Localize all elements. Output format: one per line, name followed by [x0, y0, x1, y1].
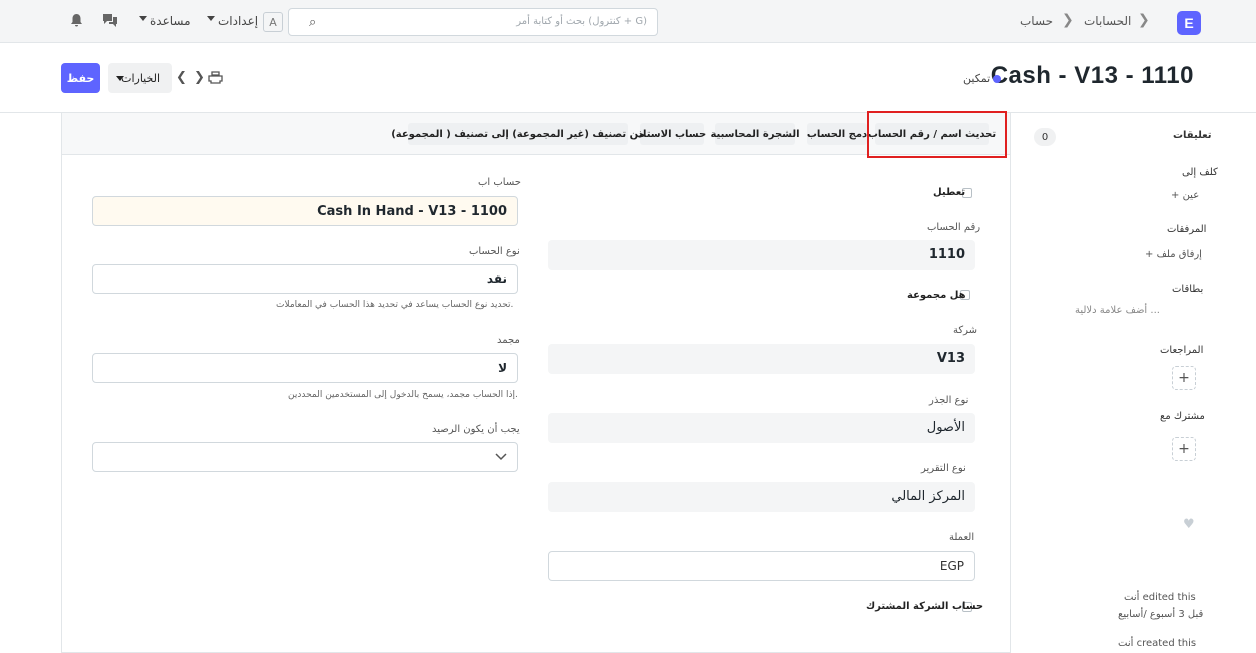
account-type-description: تحديد نوع الحساب يساعد في تحديد هذا الحس… — [276, 300, 514, 310]
report-type-field[interactable]: المركز المالي — [548, 482, 975, 512]
search-icon: ⌕ — [309, 15, 317, 30]
search-input[interactable]: بحث أو كتابة أمر (كنترول + G) ⌕ — [288, 8, 658, 36]
settings-menu[interactable]: إعدادات — [218, 14, 258, 28]
breadcrumb-accounts[interactable]: الحسابات — [1084, 14, 1131, 28]
common-company-label: حساب الشركة المشترك — [866, 601, 984, 612]
breadcrumb-account[interactable]: حساب — [1020, 14, 1053, 28]
report-type-value: المركز المالي — [891, 489, 965, 504]
bell-icon[interactable] — [70, 13, 83, 27]
chart-of-accounts-button[interactable]: الشجرة المحاسبية — [710, 123, 800, 145]
assign-label: كلف إلى — [1182, 167, 1218, 178]
currency-value: EGP — [939, 559, 964, 573]
currency-label: العملة — [949, 532, 975, 543]
parent-account-value: Cash In Hand - V13 - 1100 — [317, 204, 507, 219]
account-type-value: نقد — [486, 272, 507, 286]
save-button[interactable]: حفظ — [61, 63, 100, 93]
chevron-left-icon: ❯ — [1062, 12, 1074, 28]
chevron-left-icon: ❯ — [1138, 12, 1150, 28]
report-type-label: نوع التقرير — [921, 463, 966, 474]
chevron-down-icon — [495, 453, 507, 461]
reviews-label: المراجعات — [1160, 345, 1204, 356]
status-indicator — [993, 75, 1001, 83]
actions-dropdown[interactable]: الخيارات — [108, 63, 172, 93]
balance-must-be-label: يجب أن يكون الرصيد — [432, 424, 520, 435]
assign-button[interactable]: + عين — [1171, 190, 1199, 201]
root-type-value: الأصول — [926, 420, 965, 435]
help-menu[interactable]: مساعدة — [150, 14, 191, 28]
shared-with-label: مشترك مع — [1160, 411, 1205, 422]
frozen-value: لا — [498, 361, 507, 375]
comments-label: تعليقات — [1173, 130, 1212, 141]
caret-down-icon — [207, 16, 215, 21]
caret-down-icon — [139, 16, 147, 21]
company-label: شركة — [953, 325, 978, 336]
company-field[interactable]: V13 — [548, 344, 975, 374]
frozen-label: مجمد — [497, 335, 520, 346]
general-ledger-button[interactable]: حساب الاستاذ — [638, 123, 706, 145]
parent-account-label: حساب اب — [478, 177, 521, 188]
comments-count: 0 — [1034, 128, 1056, 146]
app-logo[interactable]: E — [1177, 11, 1201, 35]
activity-edited: أنت edited this — [1124, 592, 1196, 603]
account-number-label: رقم الحساب — [927, 222, 981, 233]
currency-field[interactable]: EGP — [548, 551, 975, 581]
account-number-field[interactable]: 1110 — [548, 240, 975, 270]
account-type-label: نوع الحساب — [469, 246, 520, 257]
is-group-label: هل مجموعة — [907, 290, 966, 301]
root-type-label: نوع الجذر — [929, 395, 969, 406]
parent-account-field[interactable]: Cash In Hand - V13 - 1100 — [92, 196, 518, 226]
attachments-label: المرفقات — [1167, 224, 1207, 235]
plus-icon: + — [1178, 441, 1190, 457]
company-value: V13 — [936, 351, 965, 366]
account-number-value: 1110 — [928, 247, 965, 262]
chat-icon[interactable] — [102, 13, 118, 27]
page-title: Cash - V13 - 1110 — [990, 62, 1194, 89]
convert-to-group-button[interactable]: من تصنيف (غير المجموعة) إلى تصنيف ( المج… — [391, 123, 645, 145]
activity-edited-time: قبل 3 أسبوع /أسابيع — [1118, 609, 1204, 620]
print-icon[interactable] — [208, 71, 223, 84]
plus-icon: + — [1178, 370, 1190, 386]
actions-label: الخيارات — [121, 72, 160, 85]
disabled-label: تعطيل — [933, 187, 966, 198]
root-type-field[interactable]: الأصول — [548, 413, 975, 443]
chevron-right-icon[interactable]: ❯ — [194, 70, 205, 85]
search-placeholder: بحث أو كتابة أمر (كنترول + G) — [516, 16, 647, 27]
attach-file-button[interactable]: + إرفاق ملف — [1145, 249, 1202, 260]
merge-account-button[interactable]: دمج الحساب — [807, 123, 867, 145]
activity-created: أنت created this — [1118, 638, 1197, 649]
add-review-button[interactable]: + — [1172, 366, 1196, 390]
balance-must-be-select[interactable] — [92, 442, 518, 472]
frozen-description: إذا الحساب مجمد، يسمح بالدخول إلى المستخ… — [288, 390, 518, 400]
account-type-select[interactable]: نقد — [92, 264, 518, 294]
tags-label: بطاقات — [1172, 284, 1204, 295]
add-tag-input[interactable]: أضف علامة دلالية ... — [1075, 305, 1160, 316]
heart-icon[interactable]: ♥ — [1183, 517, 1195, 532]
add-share-button[interactable]: + — [1172, 437, 1196, 461]
status-label: تمكين — [963, 72, 991, 85]
chevron-left-icon[interactable]: ❮ — [176, 70, 187, 85]
caret-down-icon — [116, 76, 124, 81]
frozen-select[interactable]: لا — [92, 353, 518, 383]
settings-badge: A — [263, 12, 283, 32]
highlight-box — [867, 111, 1007, 158]
